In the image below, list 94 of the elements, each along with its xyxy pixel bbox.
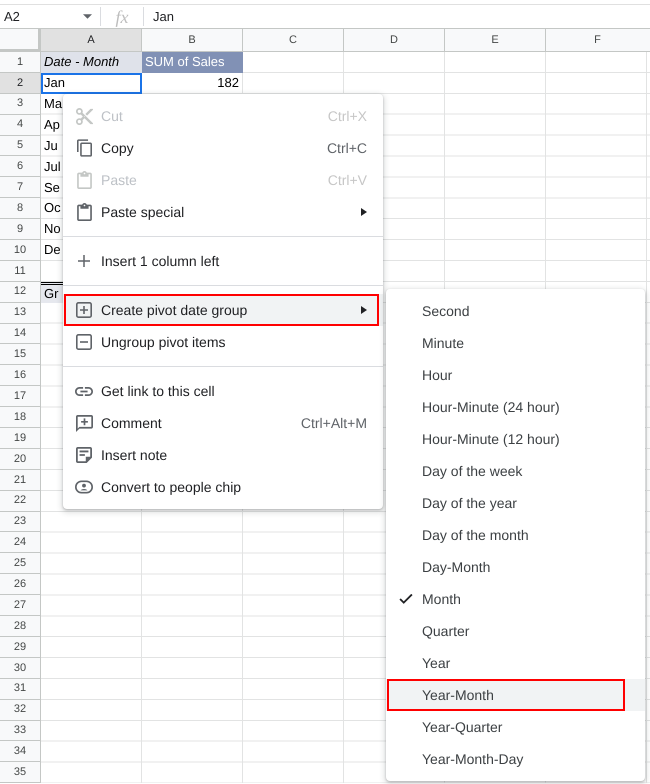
submenu-item[interactable]: Hour <box>386 359 645 391</box>
person-chip-icon <box>75 480 93 494</box>
row-header[interactable]: 13 <box>0 302 41 324</box>
row-header[interactable]: 23 <box>0 512 41 532</box>
selected-cell: Jan <box>41 72 142 94</box>
menu-item[interactable]: Paste special <box>63 196 383 228</box>
row-header[interactable]: 3 <box>0 94 41 115</box>
row-header[interactable]: 20 <box>0 448 41 470</box>
column-header[interactable]: A <box>41 29 142 52</box>
submenu-item[interactable]: Month <box>386 583 645 615</box>
row-header[interactable]: 26 <box>0 574 41 596</box>
menu-item[interactable]: Create pivot date group <box>63 294 383 326</box>
row-header[interactable]: 21 <box>0 470 41 491</box>
row-header[interactable]: 17 <box>0 386 41 408</box>
row-header[interactable]: 9 <box>0 219 41 240</box>
row-header[interactable]: 19 <box>0 428 41 449</box>
plus-square-icon <box>76 302 92 318</box>
row-header[interactable]: 35 <box>0 762 41 784</box>
row-header[interactable]: 14 <box>0 324 41 344</box>
copy-icon <box>76 139 92 157</box>
dropdown-caret-icon <box>83 14 92 19</box>
row-header[interactable]: 34 <box>0 741 41 762</box>
row-header[interactable]: 29 <box>0 636 41 658</box>
submenu-item[interactable]: Hour-Minute (12 hour) <box>386 423 645 455</box>
menu-item[interactable]: Get link to this cell <box>63 375 383 407</box>
pivot-value-header: SUM of Sales <box>142 52 243 73</box>
name-box[interactable]: A2 <box>0 5 100 28</box>
row-label: No <box>44 220 61 238</box>
row-header[interactable]: 22 <box>0 490 41 512</box>
column-header[interactable]: B <box>142 29 243 52</box>
row-header[interactable]: 5 <box>0 136 41 156</box>
row-header[interactable]: 8 <box>0 198 41 220</box>
submenu-item[interactable]: Day of the week <box>386 455 645 487</box>
submenu-item[interactable]: Year <box>386 647 645 679</box>
select-all-corner[interactable] <box>0 29 41 52</box>
row-header[interactable]: 1 <box>0 52 41 73</box>
submenu-item[interactable]: Day of the year <box>386 487 645 519</box>
menu-item[interactable]: Insert note <box>63 439 383 471</box>
submenu-item[interactable]: Second <box>386 295 645 327</box>
submenu-item[interactable]: Day-Month <box>386 551 645 583</box>
minus-square-icon <box>76 334 92 350</box>
clipboard-icon <box>76 203 92 221</box>
row-header[interactable]: 2 <box>0 72 41 94</box>
column-header[interactable]: F <box>546 29 650 52</box>
submenu-item[interactable]: Hour-Minute (24 hour) <box>386 391 645 423</box>
row-header[interactable]: 15 <box>0 344 41 366</box>
row-header[interactable]: 25 <box>0 553 41 574</box>
menu-item[interactable]: Comment Ctrl+Alt+M <box>63 407 383 439</box>
row-header[interactable]: 32 <box>0 700 41 720</box>
menu-item[interactable]: Copy Ctrl+C <box>63 132 383 164</box>
row-header[interactable]: 31 <box>0 678 41 700</box>
row-header[interactable]: 11 <box>0 260 41 282</box>
row-header[interactable]: 24 <box>0 532 41 554</box>
scissors-icon <box>76 108 92 124</box>
sales-value: 182 <box>217 74 239 92</box>
row-header[interactable]: 18 <box>0 407 41 428</box>
comment-plus-icon <box>76 414 92 432</box>
column-header[interactable]: C <box>243 29 344 52</box>
column-header[interactable]: E <box>445 29 546 52</box>
menu-item[interactable]: Insert 1 column left <box>63 245 383 277</box>
row-label: Ap <box>44 116 60 134</box>
row-label: De <box>44 241 61 260</box>
formula-field[interactable]: Jan <box>144 5 650 28</box>
row-header[interactable]: 4 <box>0 114 41 136</box>
plus-icon <box>78 255 90 267</box>
row-header[interactable]: 28 <box>0 616 41 637</box>
row-header[interactable]: 12 <box>0 282 41 303</box>
menu-item[interactable]: Ungroup pivot items <box>63 326 383 358</box>
row-label: Ju <box>44 136 58 155</box>
row-header[interactable]: 30 <box>0 658 41 679</box>
submenu-item[interactable]: Day of the month <box>386 519 645 551</box>
row-header[interactable]: 16 <box>0 365 41 386</box>
row-label: Oc <box>44 199 61 218</box>
submenu-item[interactable]: Year-Month <box>386 679 645 711</box>
row-header[interactable]: 6 <box>0 156 41 178</box>
link-icon <box>75 386 93 396</box>
submenu-item[interactable]: Quarter <box>386 615 645 647</box>
row-header[interactable]: 10 <box>0 240 41 261</box>
total-label: Gr <box>44 284 58 302</box>
row-label: Jul <box>44 158 61 176</box>
submenu-item[interactable]: Year-Quarter <box>386 711 645 743</box>
menu-item[interactable]: Convert to people chip <box>63 471 383 503</box>
row-header[interactable]: 33 <box>0 720 41 742</box>
row-header[interactable]: 27 <box>0 595 41 616</box>
submenu-item[interactable]: Minute <box>386 327 645 359</box>
row-label: Se <box>44 178 60 197</box>
row-header[interactable]: 7 <box>0 177 41 198</box>
clipboard-icon <box>76 171 92 189</box>
submenu-item[interactable]: Year-Month-Day <box>386 743 645 775</box>
function-label: fx <box>114 8 130 26</box>
row-label: Ma <box>44 94 62 113</box>
column-header[interactable]: D <box>344 29 445 52</box>
note-icon <box>76 447 92 463</box>
pivot-row-header: Date - Month <box>41 52 142 73</box>
